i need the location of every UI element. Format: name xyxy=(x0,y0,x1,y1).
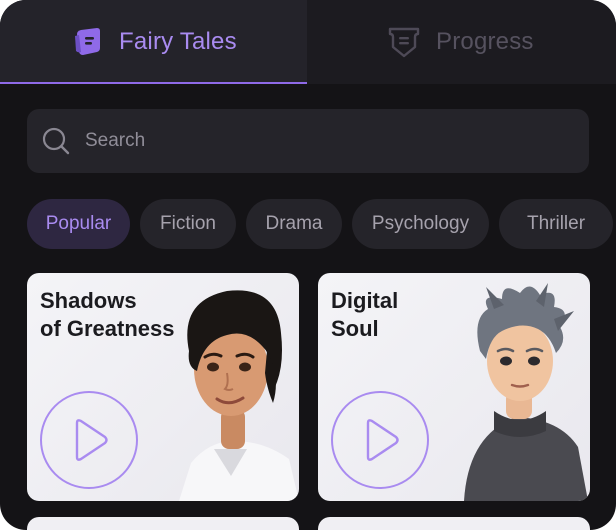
chip-psychology[interactable]: Psychology xyxy=(352,199,489,249)
tab-progress-label: Progress xyxy=(436,28,534,55)
card-title-line: of Greatness xyxy=(40,316,175,341)
story-card[interactable]: Shadows of Greatness xyxy=(27,273,299,501)
chip-popular[interactable]: Popular xyxy=(27,199,130,249)
play-icon[interactable] xyxy=(39,390,139,490)
search-input[interactable] xyxy=(85,121,589,161)
category-chips: Popular Fiction Drama Psychology Thrille… xyxy=(27,199,616,249)
tab-fairy-tales[interactable]: Fairy Tales xyxy=(0,0,307,84)
chip-thriller[interactable]: Thriller xyxy=(499,199,613,249)
chip-drama[interactable]: Drama xyxy=(246,199,342,249)
tab-fairy-tales-label: Fairy Tales xyxy=(119,28,237,55)
search-icon xyxy=(42,127,70,155)
card-title-line: Soul xyxy=(331,316,379,341)
tab-bar: Fairy Tales Progress xyxy=(0,0,616,84)
card-title: Shadows of Greatness xyxy=(40,287,210,343)
badge-icon xyxy=(388,27,420,58)
story-card-peek[interactable] xyxy=(318,517,590,530)
card-title-line: Digital xyxy=(331,288,399,313)
card-title: Digital Soul xyxy=(331,287,501,343)
search-bar[interactable] xyxy=(27,109,589,173)
book-icon xyxy=(75,28,100,55)
chip-fiction[interactable]: Fiction xyxy=(140,199,236,249)
app-screen: Fairy Tales Progress Popular Fiction Dra… xyxy=(0,0,616,530)
story-card[interactable]: Digital Soul xyxy=(318,273,590,501)
story-card-peek[interactable] xyxy=(27,517,299,530)
tab-progress[interactable]: Progress xyxy=(307,0,616,84)
play-icon[interactable] xyxy=(330,390,430,490)
card-title-line: Shadows xyxy=(40,288,137,313)
